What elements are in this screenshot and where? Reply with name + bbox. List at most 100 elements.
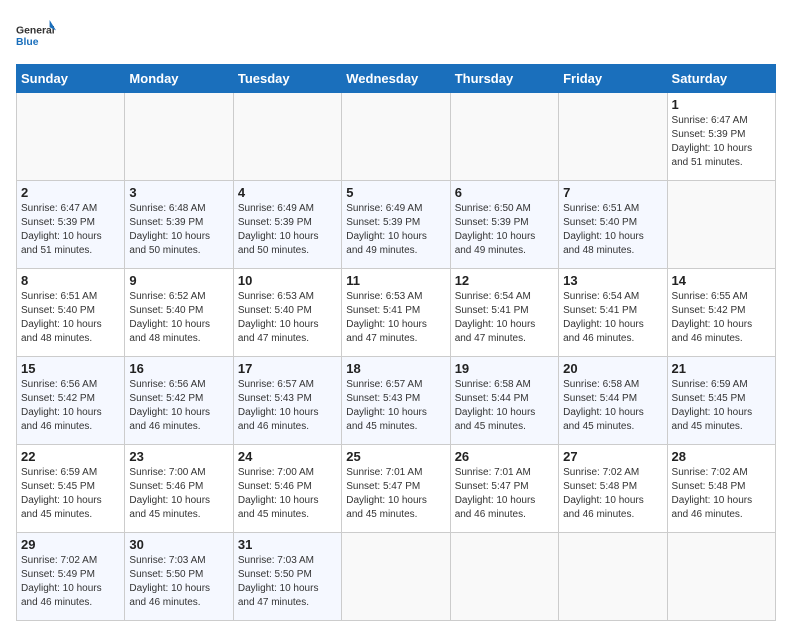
calendar-week-4: 22 Sunrise: 6:59 AMSunset: 5:45 PMDayligh…	[17, 445, 776, 533]
day-header-tuesday: Tuesday	[233, 65, 341, 93]
day-info: Sunrise: 6:56 AMSunset: 5:42 PMDaylight:…	[129, 378, 228, 434]
day-number: 1	[672, 97, 771, 112]
day-number: 15	[21, 361, 120, 376]
empty-cell	[559, 93, 667, 181]
calendar-day-19: 19Sunrise: 6:58 AMSunset: 5:44 PMDayligh…	[450, 357, 558, 445]
day-number: 9	[129, 273, 228, 288]
day-info: Sunrise: 7:00 AMSunset: 5:46 PMDaylight:…	[129, 466, 228, 522]
empty-cell	[17, 93, 125, 181]
day-info: Sunrise: 7:01 AMSunset: 5:47 PMDaylight:…	[455, 466, 554, 522]
calendar-week-3: 15 Sunrise: 6:56 AMSunset: 5:42 PMDayligh…	[17, 357, 776, 445]
day-number: 12	[455, 273, 554, 288]
empty-cell	[667, 181, 775, 269]
day-info: Sunrise: 7:03 AMSunset: 5:50 PMDaylight:…	[238, 554, 337, 610]
calendar-week-0: 1 Sunrise: 6:47 AMSunset: 5:39 PMDaylight…	[17, 93, 776, 181]
calendar-day-8: 8Sunrise: 6:51 AMSunset: 5:40 PMDaylight…	[17, 269, 125, 357]
day-number: 8	[21, 273, 120, 288]
page-header: General Blue	[16, 16, 776, 56]
empty-cell	[233, 93, 341, 181]
day-header-wednesday: Wednesday	[342, 65, 450, 93]
day-info: Sunrise: 7:01 AMSunset: 5:47 PMDaylight:…	[346, 466, 445, 522]
day-info: Sunrise: 6:54 AMSunset: 5:41 PMDaylight:…	[455, 290, 554, 346]
calendar-day-13: 13 Sunrise: 6:54 AMSunset: 5:41 PMDayligh…	[559, 269, 667, 357]
calendar-day-1: 1 Sunrise: 6:47 AMSunset: 5:39 PMDaylight…	[667, 93, 775, 181]
calendar-week-1: 2Sunrise: 6:47 AMSunset: 5:39 PMDaylight…	[17, 181, 776, 269]
calendar-week-5: 29Sunrise: 7:02 AMSunset: 5:49 PMDayligh…	[17, 533, 776, 621]
calendar-day-21: 21 Sunrise: 6:59 AMSunset: 5:45 PMDayligh…	[667, 357, 775, 445]
day-header-saturday: Saturday	[667, 65, 775, 93]
calendar-day-28: 28Sunrise: 7:02 AMSunset: 5:48 PMDayligh…	[667, 445, 775, 533]
day-info: Sunrise: 6:54 AMSunset: 5:41 PMDaylight:…	[563, 290, 662, 346]
day-number: 21	[672, 361, 771, 376]
day-number: 25	[346, 449, 445, 464]
calendar-week-2: 8Sunrise: 6:51 AMSunset: 5:40 PMDaylight…	[17, 269, 776, 357]
day-number: 31	[238, 537, 337, 552]
day-number: 30	[129, 537, 228, 552]
calendar-day-7: 7 Sunrise: 6:51 AMSunset: 5:40 PMDaylight…	[559, 181, 667, 269]
calendar-day-22: 22 Sunrise: 6:59 AMSunset: 5:45 PMDayligh…	[17, 445, 125, 533]
day-info: Sunrise: 6:48 AMSunset: 5:39 PMDaylight:…	[129, 202, 228, 258]
day-number: 6	[455, 185, 554, 200]
day-info: Sunrise: 6:53 AMSunset: 5:41 PMDaylight:…	[346, 290, 445, 346]
calendar-day-29: 29Sunrise: 7:02 AMSunset: 5:49 PMDayligh…	[17, 533, 125, 621]
calendar-day-11: 11 Sunrise: 6:53 AMSunset: 5:41 PMDayligh…	[342, 269, 450, 357]
day-info: Sunrise: 6:51 AMSunset: 5:40 PMDaylight:…	[563, 202, 662, 258]
day-number: 19	[455, 361, 554, 376]
day-number: 27	[563, 449, 662, 464]
day-info: Sunrise: 6:50 AMSunset: 5:39 PMDaylight:…	[455, 202, 554, 258]
day-number: 14	[672, 273, 771, 288]
day-number: 22	[21, 449, 120, 464]
day-info: Sunrise: 7:02 AMSunset: 5:48 PMDaylight:…	[563, 466, 662, 522]
day-info: Sunrise: 6:52 AMSunset: 5:40 PMDaylight:…	[129, 290, 228, 346]
calendar-day-6: 6 Sunrise: 6:50 AMSunset: 5:39 PMDaylight…	[450, 181, 558, 269]
logo: General Blue	[16, 16, 60, 56]
calendar-table: SundayMondayTuesdayWednesdayThursdayFrid…	[16, 64, 776, 621]
calendar-day-12: 12 Sunrise: 6:54 AMSunset: 5:41 PMDayligh…	[450, 269, 558, 357]
day-info: Sunrise: 6:59 AMSunset: 5:45 PMDaylight:…	[21, 466, 120, 522]
day-number: 2	[21, 185, 120, 200]
calendar-day-27: 27 Sunrise: 7:02 AMSunset: 5:48 PMDayligh…	[559, 445, 667, 533]
day-header-friday: Friday	[559, 65, 667, 93]
day-header-thursday: Thursday	[450, 65, 558, 93]
day-number: 16	[129, 361, 228, 376]
calendar-header-row: SundayMondayTuesdayWednesdayThursdayFrid…	[17, 65, 776, 93]
empty-cell	[125, 93, 233, 181]
calendar-day-5: 5 Sunrise: 6:49 AMSunset: 5:39 PMDaylight…	[342, 181, 450, 269]
day-info: Sunrise: 6:57 AMSunset: 5:43 PMDaylight:…	[346, 378, 445, 434]
calendar-day-25: 25 Sunrise: 7:01 AMSunset: 5:47 PMDayligh…	[342, 445, 450, 533]
day-header-monday: Monday	[125, 65, 233, 93]
day-info: Sunrise: 6:58 AMSunset: 5:44 PMDaylight:…	[563, 378, 662, 434]
day-number: 17	[238, 361, 337, 376]
day-number: 13	[563, 273, 662, 288]
day-number: 7	[563, 185, 662, 200]
calendar-day-4: 4 Sunrise: 6:49 AMSunset: 5:39 PMDaylight…	[233, 181, 341, 269]
calendar-day-20: 20Sunrise: 6:58 AMSunset: 5:44 PMDayligh…	[559, 357, 667, 445]
day-number: 26	[455, 449, 554, 464]
empty-cell	[342, 533, 450, 621]
day-number: 10	[238, 273, 337, 288]
day-number: 5	[346, 185, 445, 200]
logo-icon: General Blue	[16, 16, 56, 56]
svg-text:Blue: Blue	[16, 37, 39, 48]
calendar-day-17: 17 Sunrise: 6:57 AMSunset: 5:43 PMDayligh…	[233, 357, 341, 445]
day-number: 11	[346, 273, 445, 288]
empty-cell	[450, 533, 558, 621]
calendar-body: 1 Sunrise: 6:47 AMSunset: 5:39 PMDaylight…	[17, 93, 776, 621]
calendar-day-9: 9 Sunrise: 6:52 AMSunset: 5:40 PMDaylight…	[125, 269, 233, 357]
day-number: 18	[346, 361, 445, 376]
calendar-day-23: 23Sunrise: 7:00 AMSunset: 5:46 PMDayligh…	[125, 445, 233, 533]
day-info: Sunrise: 6:57 AMSunset: 5:43 PMDaylight:…	[238, 378, 337, 434]
day-info: Sunrise: 7:00 AMSunset: 5:46 PMDaylight:…	[238, 466, 337, 522]
calendar-day-31: 31 Sunrise: 7:03 AMSunset: 5:50 PMDayligh…	[233, 533, 341, 621]
day-info: Sunrise: 6:59 AMSunset: 5:45 PMDaylight:…	[672, 378, 771, 434]
day-info: Sunrise: 6:47 AMSunset: 5:39 PMDaylight:…	[672, 114, 771, 170]
calendar-day-30: 30Sunrise: 7:03 AMSunset: 5:50 PMDayligh…	[125, 533, 233, 621]
day-info: Sunrise: 6:49 AMSunset: 5:39 PMDaylight:…	[346, 202, 445, 258]
day-number: 4	[238, 185, 337, 200]
calendar-day-2: 2Sunrise: 6:47 AMSunset: 5:39 PMDaylight…	[17, 181, 125, 269]
day-info: Sunrise: 6:53 AMSunset: 5:40 PMDaylight:…	[238, 290, 337, 346]
day-header-sunday: Sunday	[17, 65, 125, 93]
calendar-day-16: 16 Sunrise: 6:56 AMSunset: 5:42 PMDayligh…	[125, 357, 233, 445]
day-info: Sunrise: 6:49 AMSunset: 5:39 PMDaylight:…	[238, 202, 337, 258]
day-info: Sunrise: 7:02 AMSunset: 5:49 PMDaylight:…	[21, 554, 120, 610]
